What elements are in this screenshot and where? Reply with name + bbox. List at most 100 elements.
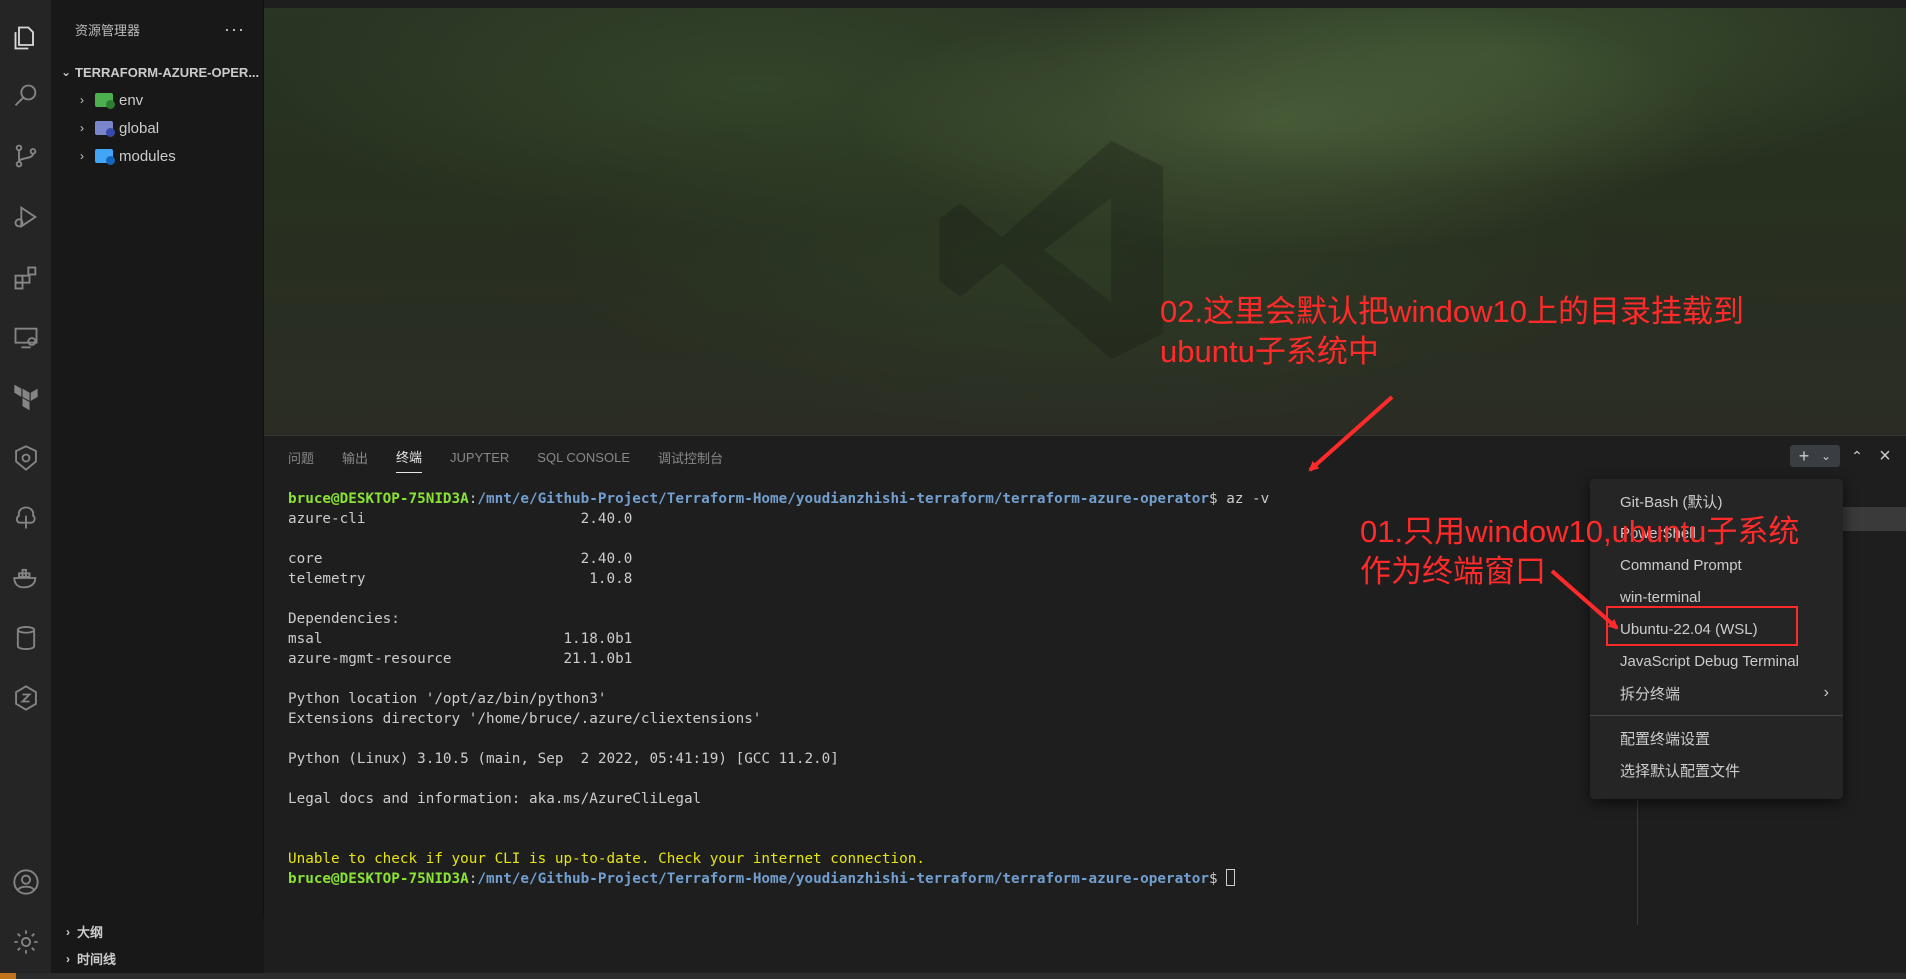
project-name: TERRAFORM-AZURE-OPER... <box>75 64 260 80</box>
annotation-02-line1: 02.这里会默认把window10上的目录挂载到 <box>1160 294 1744 329</box>
outline-label: 大纲 <box>77 925 104 940</box>
tab-problems[interactable]: 问题 <box>288 442 314 473</box>
terminal-line: Extensions directory '/home/bruce/.azure… <box>288 711 762 727</box>
folder-icon <box>95 121 115 137</box>
folder-icon <box>95 93 115 109</box>
highlight-box-ubuntu <box>1606 606 1798 646</box>
prompt-end: $ <box>1209 871 1227 887</box>
source-control-icon[interactable] <box>0 132 51 180</box>
plus-icon[interactable]: + <box>1793 445 1815 467</box>
chevron-right-icon: › <box>66 924 70 939</box>
project-folder-header[interactable]: ⌄ TERRAFORM-AZURE-OPER... <box>51 58 263 86</box>
terminal-cursor <box>1226 869 1236 886</box>
panel-actions: + ⌄ ⌃ × <box>1790 445 1896 467</box>
annotation-01: 01.只用window10,ubuntu子系统 作为终端窗口 <box>1360 512 1799 592</box>
terminal-line: Legal docs and information: aka.ms/Azure… <box>288 791 702 807</box>
menu-item-split-terminal[interactable]: 拆分终端 › <box>1590 677 1843 709</box>
tree-item-env[interactable]: › env <box>51 86 263 114</box>
account-icon[interactable] <box>0 858 51 906</box>
menu-item-select-default-profile[interactable]: 选择默认配置文件 <box>1590 754 1843 786</box>
chevron-right-icon: › <box>66 951 70 966</box>
docker-icon[interactable] <box>0 554 51 602</box>
sidebar-bottom-sections: › 大纲 › 时间线 <box>51 918 264 973</box>
explorer-sidebar: 资源管理器 ··· ⌄ TERRAFORM-AZURE-OPER... › en… <box>51 0 264 918</box>
folder-icon <box>95 149 115 165</box>
chevron-right-icon: › <box>80 149 84 163</box>
explorer-header: 资源管理器 ··· <box>51 0 263 58</box>
prompt-path: /mnt/e/Github-Project/Terraform-Home/you… <box>477 491 1210 507</box>
azure-icon[interactable] <box>0 494 51 542</box>
annotation-02: 02.这里会默认把window10上的目录挂载到 ubuntu子系统中 <box>1160 292 1744 372</box>
activity-bar <box>0 0 51 979</box>
close-icon[interactable]: × <box>1874 445 1896 467</box>
explorer-icon[interactable] <box>0 14 51 62</box>
tree-item-label: modules <box>119 147 176 165</box>
tab-sql-console[interactable]: SQL CONSOLE <box>537 444 630 471</box>
more-actions-icon[interactable]: ··· <box>224 19 245 40</box>
database-icon[interactable] <box>0 614 51 662</box>
new-terminal-group: + ⌄ <box>1790 445 1840 467</box>
tab-debug-console[interactable]: 调试控制台 <box>658 442 723 473</box>
timeline-label: 时间线 <box>77 952 117 967</box>
tree-item-label: global <box>119 119 160 137</box>
terraform-icon[interactable] <box>0 374 51 422</box>
chevron-right-icon: › <box>80 93 84 107</box>
status-remote-indicator[interactable] <box>0 973 16 979</box>
timeline-section[interactable]: › 时间线 <box>51 945 264 972</box>
outline-section[interactable]: › 大纲 <box>51 918 264 945</box>
settings-icon[interactable] <box>0 918 51 966</box>
annotation-01-line2: 作为终端窗口 <box>1360 554 1546 589</box>
tree-item-global[interactable]: › global <box>51 114 263 142</box>
menu-item-configure-terminal[interactable]: 配置终端设置 <box>1590 722 1843 754</box>
search-icon[interactable] <box>0 72 51 120</box>
terminal-output[interactable]: bruce@DESKTOP-75NID3A:/mnt/e/Github-Proj… <box>288 489 1269 889</box>
terminal-line: Python location '/opt/az/bin/python3' <box>288 691 607 707</box>
tree-item-modules[interactable]: › modules <box>51 142 263 170</box>
chevron-right-icon: › <box>80 121 84 135</box>
chevron-down-icon: ⌄ <box>60 65 72 79</box>
prompt-user: bruce@DESKTOP-75NID3A <box>288 491 469 507</box>
kubernetes-icon[interactable] <box>0 434 51 482</box>
editor-title-strip <box>264 0 1906 8</box>
annotation-01-line1: 01.只用window10,ubuntu子系统 <box>1360 514 1800 549</box>
chevron-up-icon[interactable]: ⌃ <box>1846 445 1868 467</box>
extensions-icon[interactable] <box>0 254 51 302</box>
tab-jupyter[interactable]: JUPYTER <box>450 444 509 471</box>
terminal-line: telemetry 1.0.8 <box>288 571 633 587</box>
panel-tabs: 问题 输出 终端 JUPYTER SQL CONSOLE 调试控制台 <box>264 436 1906 478</box>
menu-item-js-debug-terminal[interactable]: JavaScript Debug Terminal <box>1590 645 1843 677</box>
terminal-line: core 2.40.0 <box>288 551 633 567</box>
run-debug-icon[interactable] <box>0 193 51 241</box>
terminal-line: msal 1.18.0b1 <box>288 631 633 647</box>
menu-item-label: 拆分终端 <box>1620 685 1681 703</box>
chevron-down-icon[interactable]: ⌄ <box>1815 445 1837 467</box>
terminal-line: Dependencies: <box>288 611 400 627</box>
terminal-line: azure-cli 2.40.0 <box>288 511 633 527</box>
panel-divider <box>1637 800 1638 925</box>
tab-output[interactable]: 输出 <box>342 442 368 473</box>
prompt-user: bruce@DESKTOP-75NID3A <box>288 871 469 887</box>
vscode-logo-watermark <box>939 140 1164 360</box>
extension-z-icon[interactable] <box>0 674 51 722</box>
prompt-line: bruce@DESKTOP-75NID3A:/mnt/e/Github-Proj… <box>288 869 1269 889</box>
prompt-command: $ az -v <box>1209 491 1270 507</box>
tree-item-label: env <box>119 91 144 109</box>
menu-separator <box>1590 715 1843 716</box>
tab-terminal[interactable]: 终端 <box>396 441 423 473</box>
update-warning: Unable to check if your CLI is up-to-dat… <box>288 851 925 867</box>
annotation-02-line2: ubuntu子系统中 <box>1160 334 1379 369</box>
prompt-path: /mnt/e/Github-Project/Terraform-Home/you… <box>477 871 1210 887</box>
menu-side-strip <box>1843 507 1906 531</box>
explorer-title: 资源管理器 <box>75 22 141 38</box>
remote-explorer-icon[interactable] <box>0 314 51 362</box>
terminal-line: azure-mgmt-resource 21.1.0b1 <box>288 651 633 667</box>
status-bar <box>0 973 1906 979</box>
terminal-line: Python (Linux) 3.10.5 (main, Sep 2 2022,… <box>288 751 839 767</box>
chevron-right-icon: › <box>1823 684 1829 701</box>
